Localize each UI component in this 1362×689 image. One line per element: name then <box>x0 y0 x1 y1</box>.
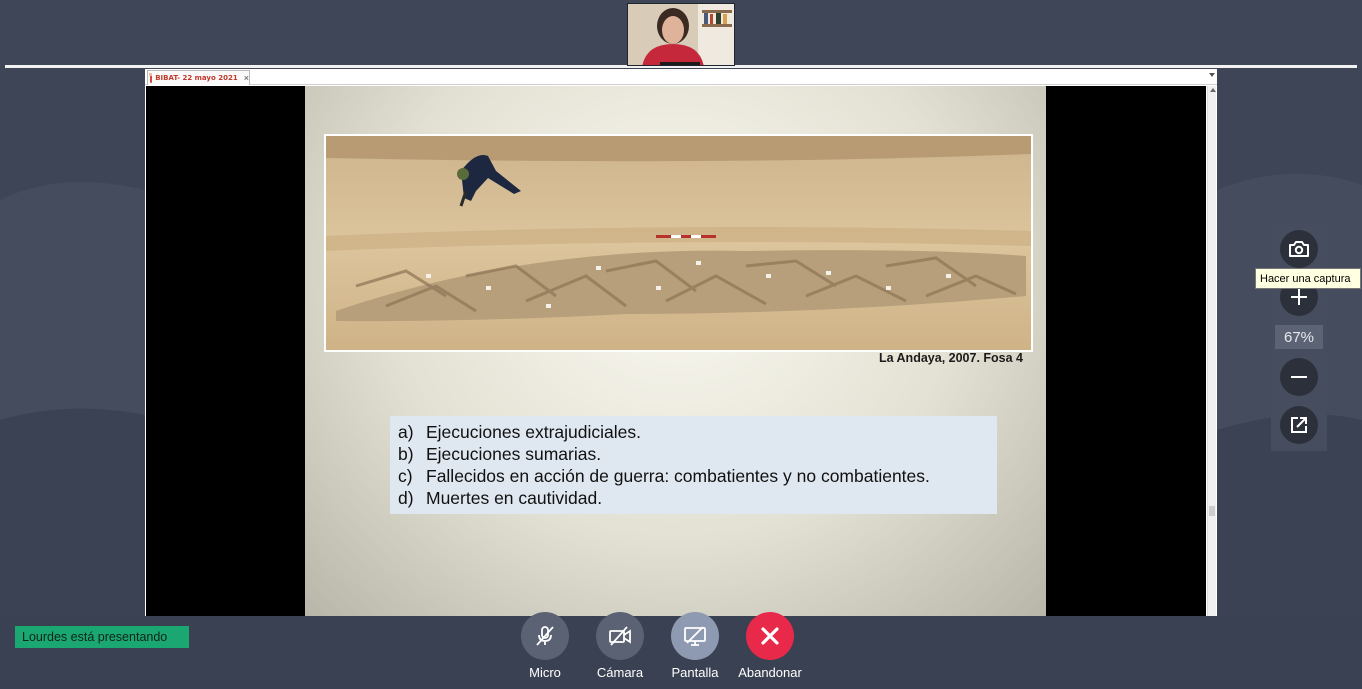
list-item-text: Muertes en cautividad. <box>426 488 603 508</box>
camera-control[interactable]: Cámara <box>580 612 660 680</box>
list-item-text: Ejecuciones sumarias. <box>426 444 602 464</box>
list-item: b) Ejecuciones sumarias. <box>398 443 989 465</box>
zoom-panel: 67% <box>1271 223 1327 451</box>
presentation-slide: La Andaya, 2007. Fosa 4 a) Ejecuciones e… <box>305 86 1046 616</box>
leave-control[interactable]: Abandonar <box>730 612 810 680</box>
micro-button[interactable] <box>521 612 569 660</box>
close-icon <box>761 627 779 645</box>
plus-icon <box>1291 289 1307 305</box>
list-item-marker: d) <box>398 488 414 508</box>
presenter-status: Lourdes está presentando <box>15 626 189 648</box>
document-viewer: BIBAT- 22 mayo 2021 × La Andaya, 2007. F… <box>145 69 1217 616</box>
video-off-icon <box>609 626 631 646</box>
micro-label: Micro <box>529 665 561 680</box>
scroll-thumb[interactable] <box>1209 506 1215 516</box>
document-tab-bar: BIBAT- 22 mayo 2021 × <box>145 69 1217 85</box>
list-item-marker: a) <box>398 422 414 442</box>
list-item: a) Ejecuciones extrajudiciales. <box>398 421 989 443</box>
list-item-text: Ejecuciones extrajudiciales. <box>426 422 641 442</box>
list-item-marker: b) <box>398 444 414 464</box>
slide-list: a) Ejecuciones extrajudiciales. b) Ejecu… <box>390 416 997 514</box>
excavation-photo-image <box>326 136 1031 350</box>
camera-button[interactable] <box>596 612 644 660</box>
photo-caption: La Andaya, 2007. Fosa 4 <box>878 351 1023 365</box>
screenshot-button[interactable] <box>1280 230 1318 268</box>
leave-label: Abandonar <box>738 665 802 680</box>
external-link-icon <box>1291 417 1307 433</box>
chevron-down-icon[interactable] <box>1209 73 1215 77</box>
bottom-bar: Lourdes está presentando Micro Cámara Pa… <box>0 612 1362 689</box>
participant-video-image <box>628 4 734 65</box>
slide-canvas: La Andaya, 2007. Fosa 4 a) Ejecuciones e… <box>146 86 1206 616</box>
scroll-up-icon[interactable] <box>1210 88 1216 92</box>
document-tab[interactable]: BIBAT- 22 mayo 2021 × <box>147 70 250 85</box>
leave-button[interactable] <box>746 612 794 660</box>
zoom-level: 67% <box>1275 325 1323 349</box>
list-item: d) Muertes en cautividad. <box>398 487 989 509</box>
participant-video[interactable] <box>627 3 735 66</box>
screen-share-off-icon <box>684 626 706 646</box>
list-item-marker: c) <box>398 466 413 486</box>
camera-icon <box>1289 241 1309 257</box>
list-item: c) Fallecidos en acción de guerra: comba… <box>398 465 989 487</box>
open-external-button[interactable] <box>1280 406 1318 444</box>
screen-share-button[interactable] <box>671 612 719 660</box>
vertical-scrollbar[interactable] <box>1207 86 1216 616</box>
screenshot-tooltip: Hacer una captura <box>1255 268 1361 289</box>
camera-label: Cámara <box>596 665 644 680</box>
tab-close-icon[interactable]: × <box>244 73 249 83</box>
microphone-off-icon <box>536 626 554 646</box>
excavation-photo <box>324 134 1033 352</box>
pdf-icon <box>149 73 153 83</box>
list-item-text: Fallecidos en acción de guerra: combatie… <box>426 466 930 486</box>
zoom-out-button[interactable] <box>1280 358 1318 396</box>
minus-icon <box>1291 376 1307 378</box>
micro-control[interactable]: Micro <box>505 612 585 680</box>
document-tab-label: BIBAT- 22 mayo 2021 <box>155 74 238 82</box>
screen-label: Pantalla <box>671 665 719 680</box>
screen-control[interactable]: Pantalla <box>655 612 735 680</box>
